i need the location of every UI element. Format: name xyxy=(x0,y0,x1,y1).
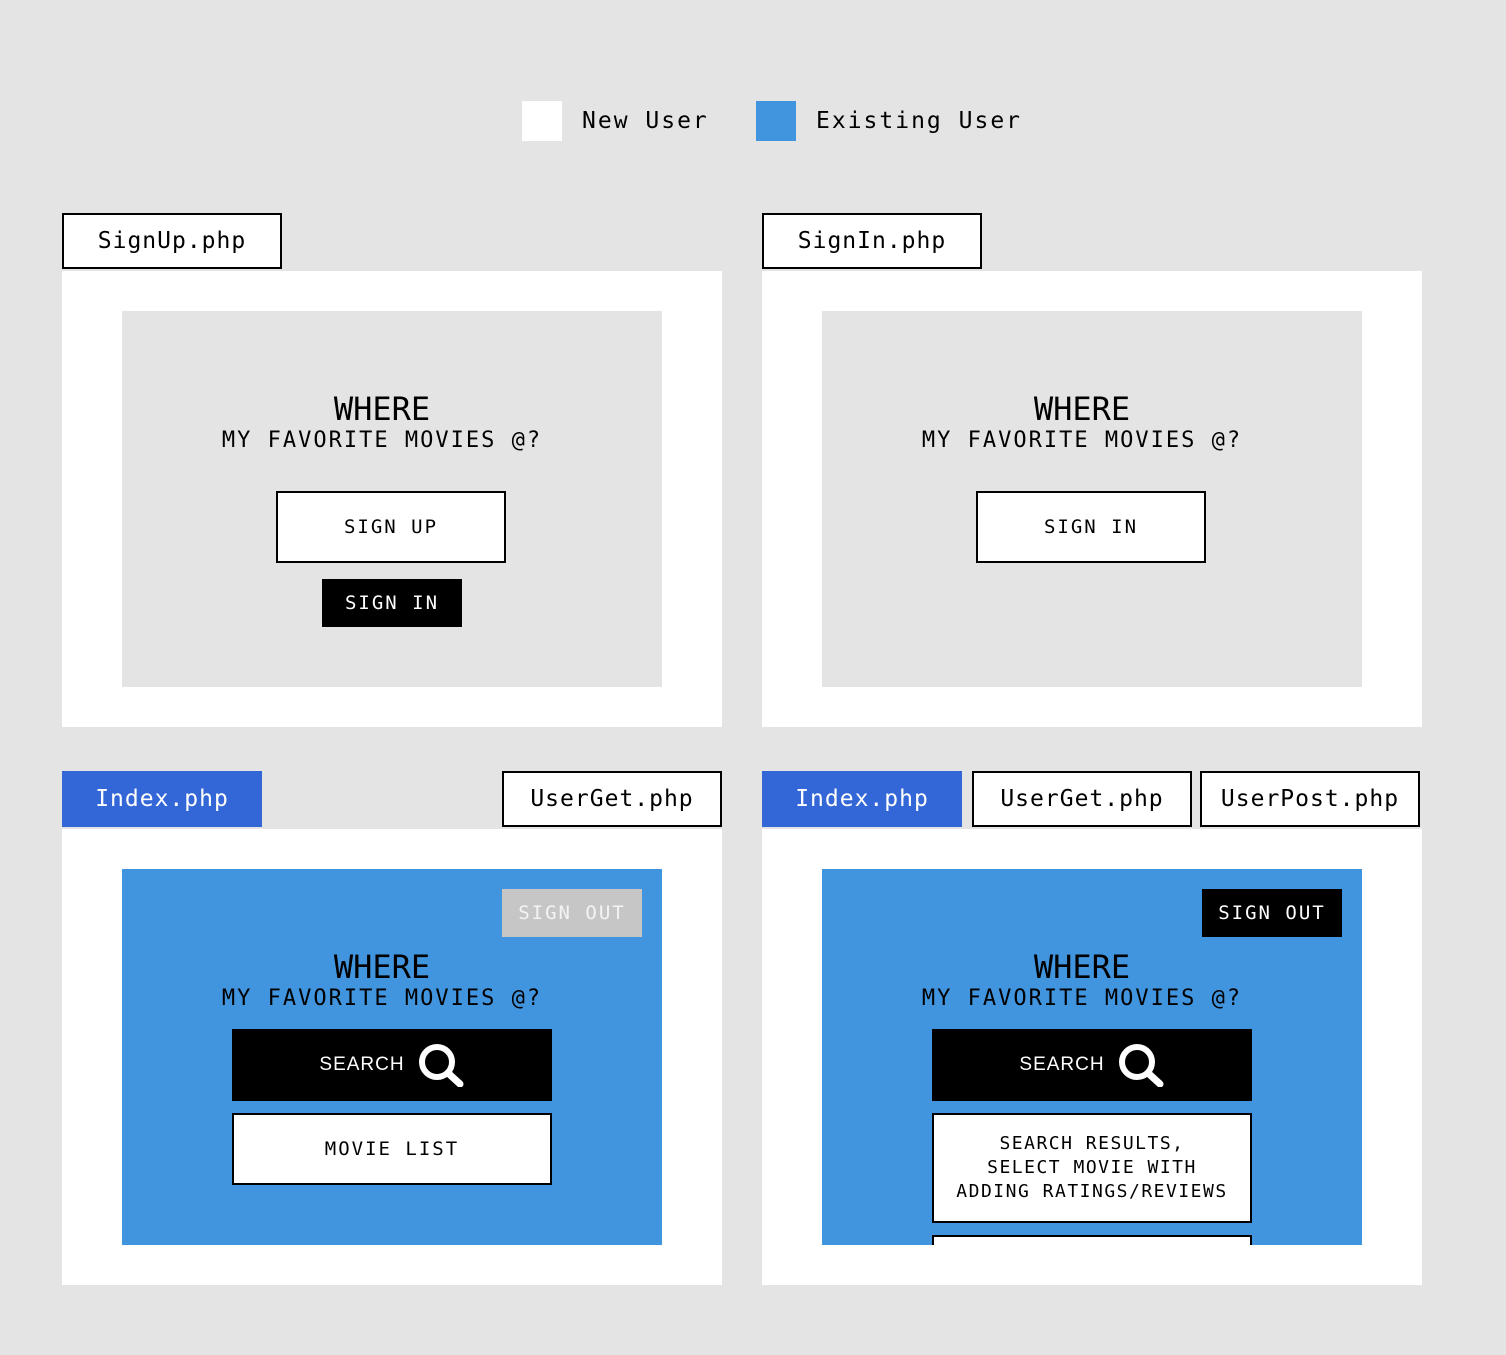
sign-out-button[interactable]: SIGN OUT xyxy=(502,889,642,937)
index-new-user-screen: SIGN OUT WHERE MY FAVORITE MOVIES @? SEA… xyxy=(122,869,662,1245)
signin-screen: WHERE MY FAVORITE MOVIES @? SIGN IN xyxy=(822,311,1362,687)
tab-signup-php[interactable]: SignUp.php xyxy=(62,213,282,269)
tab-index-php[interactable]: Index.php xyxy=(62,771,262,827)
app-subtitle: MY FAVORITE MOVIES @? xyxy=(221,986,543,1011)
index-existing-user-screen: SIGN OUT WHERE MY FAVORITE MOVIES @? SEA… xyxy=(822,869,1362,1245)
index-new-user-panel: SIGN OUT WHERE MY FAVORITE MOVIES @? SEA… xyxy=(62,829,722,1285)
search-results-list[interactable]: SEARCH RESULTS, SELECT MOVIE WITH ADDING… xyxy=(932,1113,1252,1223)
sign-up-button[interactable]: SIGN UP xyxy=(276,491,506,563)
legend-label-existing-user: Existing User xyxy=(816,108,1023,134)
app-title: WHERE xyxy=(333,390,431,428)
signin-panel: WHERE MY FAVORITE MOVIES @? SIGN IN xyxy=(762,271,1422,727)
tab-signin-php[interactable]: SignIn.php xyxy=(762,213,982,269)
tab-userget-php[interactable]: UserGet.php xyxy=(972,771,1192,827)
app-title: WHERE xyxy=(333,948,431,986)
app-title: WHERE xyxy=(1033,390,1131,428)
legend-swatch-new-user xyxy=(522,101,562,141)
search-button[interactable]: SEARCH xyxy=(232,1029,552,1101)
search-label: SEARCH xyxy=(1019,1054,1105,1075)
search-icon xyxy=(1118,1044,1164,1087)
movie-list[interactable]: MOVIE LIST xyxy=(232,1113,552,1185)
search-icon xyxy=(418,1044,464,1087)
signup-screen: WHERE MY FAVORITE MOVIES @? SIGN UP SIGN… xyxy=(122,311,662,687)
sign-out-button[interactable]: SIGN OUT xyxy=(1202,889,1342,937)
search-button[interactable]: SEARCH xyxy=(932,1029,1252,1101)
legend-label-new-user: New User xyxy=(582,108,709,134)
sign-in-button[interactable]: SIGN IN xyxy=(322,579,462,627)
tab-userget-php[interactable]: UserGet.php xyxy=(502,771,722,827)
index-existing-user-panel: SIGN OUT WHERE MY FAVORITE MOVIES @? SEA… xyxy=(762,829,1422,1285)
tab-index-php[interactable]: Index.php xyxy=(762,771,962,827)
app-subtitle: MY FAVORITE MOVIES @? xyxy=(921,986,1243,1011)
sign-in-button[interactable]: SIGN IN xyxy=(976,491,1206,563)
app-subtitle: MY FAVORITE MOVIES @? xyxy=(221,428,543,453)
signup-panel: WHERE MY FAVORITE MOVIES @? SIGN UP SIGN… xyxy=(62,271,722,727)
legend-swatch-existing-user xyxy=(756,101,796,141)
search-results-next-item xyxy=(932,1235,1252,1245)
app-subtitle: MY FAVORITE MOVIES @? xyxy=(921,428,1243,453)
search-label: SEARCH xyxy=(319,1054,405,1075)
tab-userpost-php[interactable]: UserPost.php xyxy=(1200,771,1420,827)
app-title: WHERE xyxy=(1033,948,1131,986)
